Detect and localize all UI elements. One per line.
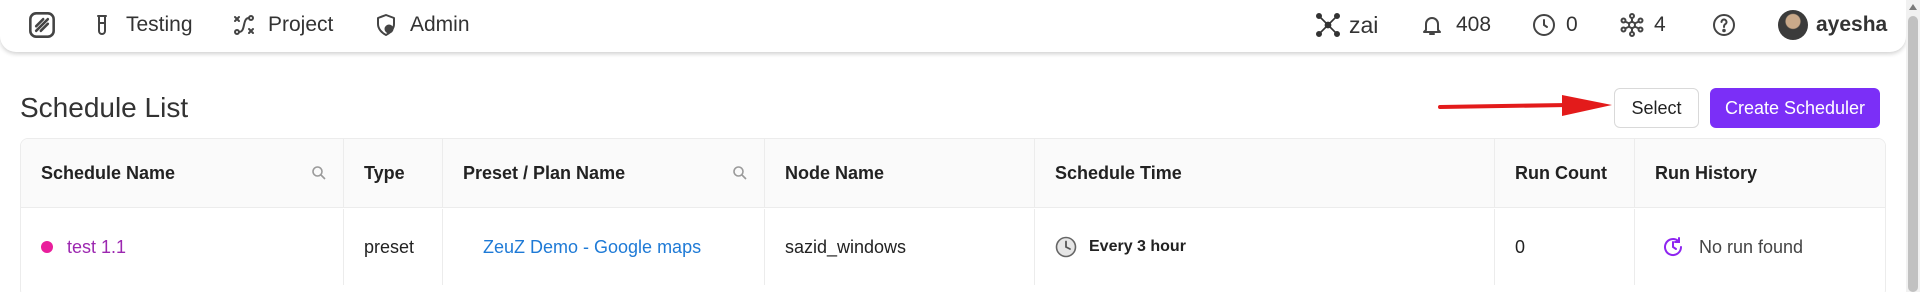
nav-admin[interactable]: Admin: [374, 0, 470, 50]
column-header-label: Run History: [1655, 163, 1758, 183]
column-header-label: Schedule Name: [41, 163, 176, 183]
history-icon: [1664, 237, 1683, 256]
top-navbar: Testing Project Admin zai 408 0 4 ayesha: [0, 0, 1906, 52]
annotation-arrow: [1438, 95, 1612, 116]
run-count-value: 0: [1515, 236, 1526, 257]
nav-admin-label: Admin: [410, 13, 470, 36]
column-header-run-history: Run History: [1635, 139, 1885, 208]
run-history-value: No run found: [1699, 236, 1804, 257]
clock-icon: [1533, 14, 1555, 36]
nodes-button[interactable]: 4: [1620, 0, 1666, 50]
search-icon[interactable]: [311, 165, 327, 181]
help-icon: [1713, 14, 1735, 36]
team-name: zai: [1349, 11, 1379, 38]
schedule-table: Schedule Name Type Preset / Plan Name No…: [20, 138, 1886, 292]
nav-project[interactable]: Project: [232, 0, 333, 50]
column-header-run-count: Run Count: [1495, 139, 1635, 208]
page-title: Schedule List: [20, 92, 189, 123]
schedule-time-value: Every 3 hour: [1089, 238, 1186, 255]
column-header-label: Schedule Time: [1055, 163, 1182, 183]
user-menu[interactable]: ayesha: [1778, 0, 1887, 50]
plan-name-link[interactable]: ZeuZ Demo - Google maps: [483, 237, 701, 258]
help-button[interactable]: [1712, 0, 1736, 50]
table-header: Schedule Name Type Preset / Plan Name No…: [21, 139, 1885, 208]
network-icon: [1316, 13, 1340, 37]
column-header-schedule-time: Schedule Time: [1035, 139, 1495, 208]
nav-testing-label: Testing: [126, 13, 193, 36]
user-name: ayesha: [1816, 13, 1888, 36]
notifications-button[interactable]: 408: [1420, 0, 1491, 50]
bell-icon: [1423, 17, 1441, 35]
team-switcher[interactable]: zai: [1316, 0, 1378, 50]
scroll-up-arrow-icon[interactable]: [1909, 4, 1917, 10]
select-button[interactable]: Select: [1614, 88, 1699, 128]
column-header-label: Node Name: [785, 163, 885, 183]
node-name-value: sazid_windows: [785, 236, 907, 257]
nodes-icon: [1620, 13, 1644, 37]
cell-schedule-name: test 1.1: [21, 209, 344, 285]
running-count: 0: [1566, 13, 1578, 36]
test-tube-icon: [97, 15, 107, 35]
cell-node-name: sazid_windows: [765, 209, 1035, 285]
scrollbar-thumb[interactable]: [1908, 16, 1918, 292]
column-header-type: Type: [344, 139, 443, 208]
cell-run-history: No run found: [1635, 209, 1885, 285]
cell-plan-name: ZeuZ Demo - Google maps: [443, 209, 765, 285]
cell-run-count: 0: [1495, 209, 1635, 285]
cell-schedule-time: Every 3 hour: [1035, 209, 1495, 285]
column-header-node-name: Node Name: [765, 139, 1035, 208]
page-scrollbar[interactable]: [1906, 0, 1920, 292]
running-button[interactable]: 0: [1532, 0, 1578, 50]
project-flow-icon: [234, 15, 254, 35]
create-scheduler-button[interactable]: Create Scheduler: [1710, 88, 1880, 128]
app-logo[interactable]: [28, 0, 56, 50]
logo-icon: [29, 12, 55, 38]
search-icon[interactable]: [732, 165, 748, 181]
cell-type: preset: [344, 209, 443, 285]
column-header-plan-name[interactable]: Preset / Plan Name: [443, 139, 765, 208]
column-header-label: Type: [364, 163, 405, 183]
type-value: preset: [364, 236, 415, 257]
column-header-schedule-name[interactable]: Schedule Name: [21, 139, 344, 208]
column-header-label: Run Count: [1515, 163, 1607, 183]
column-header-label: Preset / Plan Name: [463, 163, 626, 183]
nodes-count: 4: [1654, 13, 1666, 36]
admin-shield-icon: [377, 14, 395, 36]
schedule-name-link[interactable]: test 1.1: [67, 237, 126, 258]
notification-count: 408: [1456, 13, 1492, 36]
avatar: [1778, 10, 1808, 40]
nav-testing[interactable]: Testing: [90, 0, 193, 50]
status-dot: [41, 241, 53, 253]
clock-icon: [1055, 236, 1077, 258]
nav-project-label: Project: [268, 13, 334, 36]
